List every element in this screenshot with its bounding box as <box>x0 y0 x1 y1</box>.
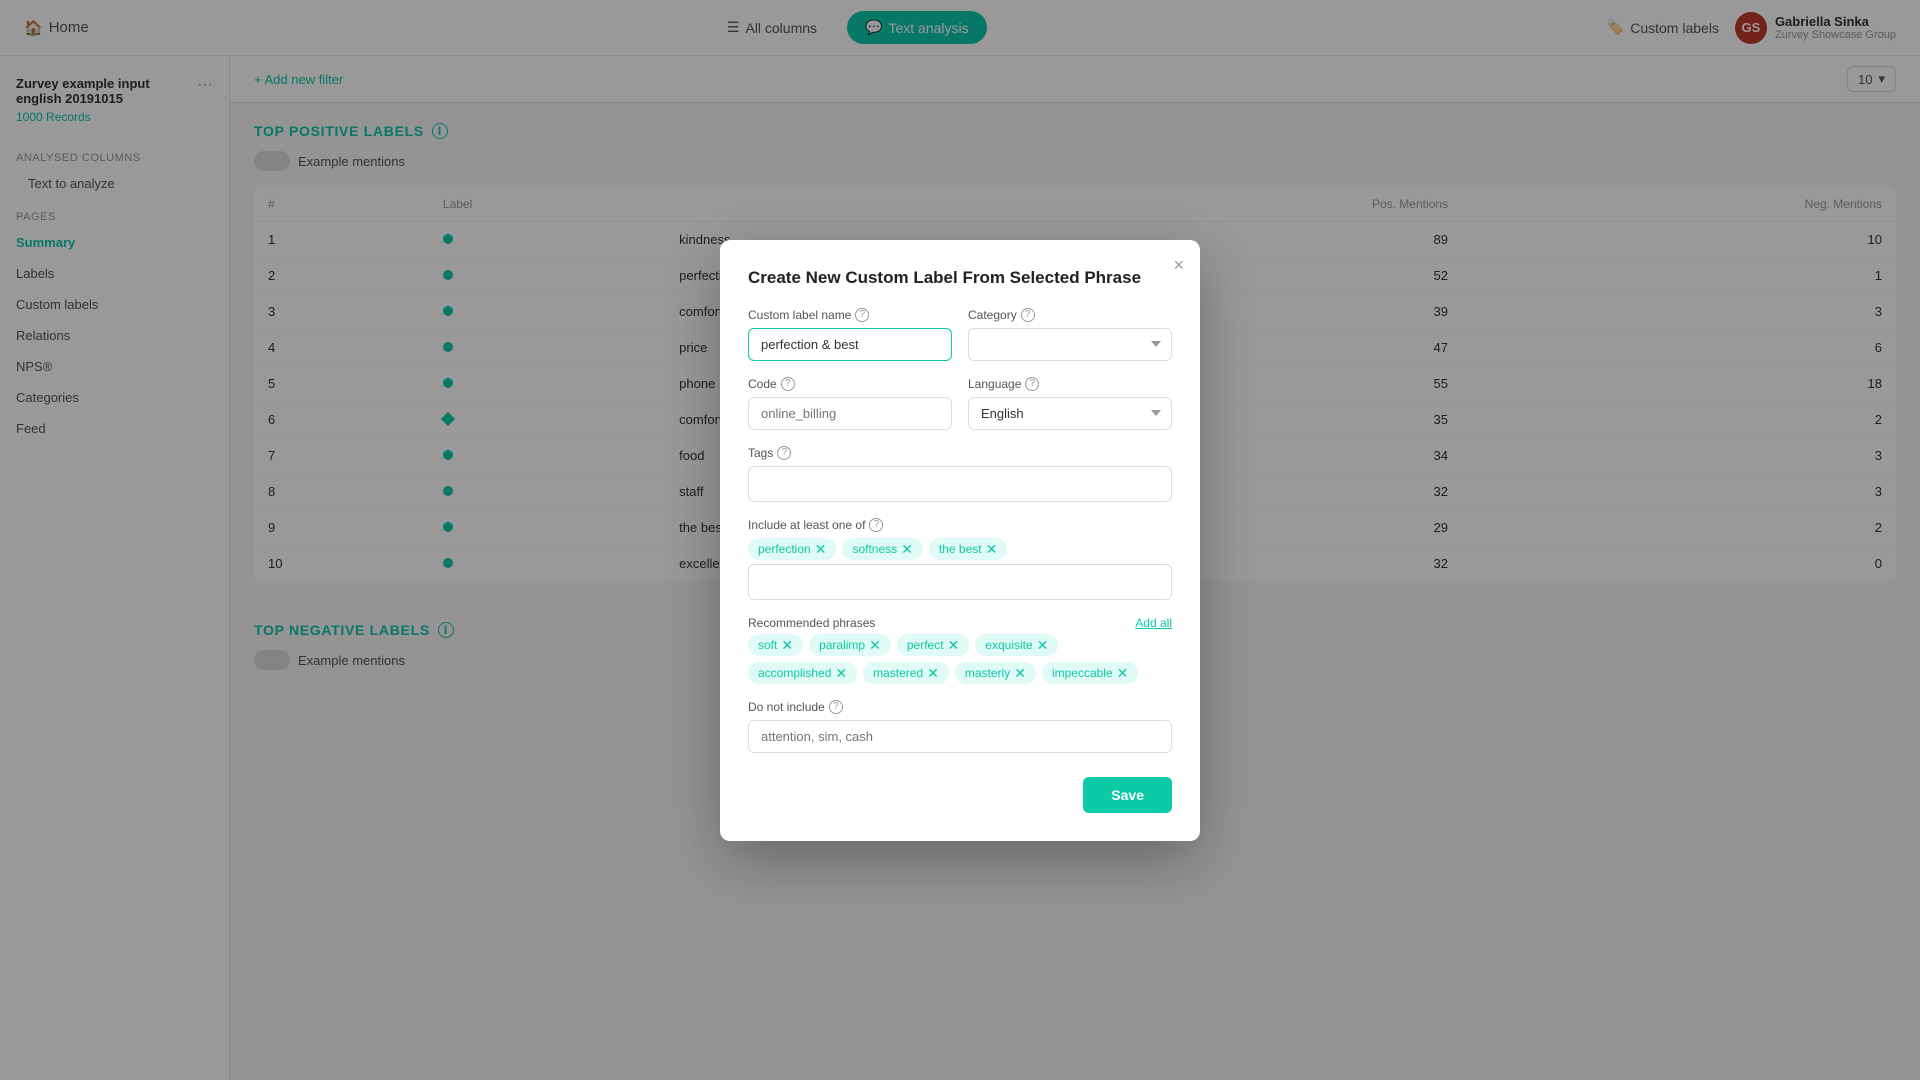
included-chip: perfection✕ <box>748 538 836 560</box>
do-not-include-input[interactable] <box>748 720 1172 753</box>
recommended-chip: exquisite✕ <box>975 634 1058 656</box>
language-label-el: Language ? <box>968 377 1172 391</box>
code-group: Code ? <box>748 377 952 430</box>
chip-close-icon[interactable]: ✕ <box>901 542 913 556</box>
code-label-el: Code ? <box>748 377 952 391</box>
custom-label-name-label: Custom label name ? <box>748 308 952 322</box>
do-not-include-label-el: Do not include ? <box>748 700 1172 714</box>
recommended-chip: paralimp✕ <box>809 634 891 656</box>
category-label: Category ? <box>968 308 1172 322</box>
modal-overlay: × Create New Custom Label From Selected … <box>0 0 1920 1080</box>
chip-add-icon[interactable]: ✕ <box>781 638 793 652</box>
chip-add-icon[interactable]: ✕ <box>869 638 881 652</box>
chip-add-icon[interactable]: ✕ <box>835 666 847 680</box>
tags-label-el: Tags ? <box>748 446 1172 460</box>
recommended-chip: accomplished✕ <box>748 662 857 684</box>
chip-close-icon[interactable]: ✕ <box>815 542 827 556</box>
recommended-chip: mastered✕ <box>863 662 949 684</box>
close-button[interactable]: × <box>1173 256 1184 274</box>
chip-close-icon[interactable]: ✕ <box>986 542 998 556</box>
tags-group: Tags ? <box>748 446 1172 502</box>
dialog-title: Create New Custom Label From Selected Ph… <box>748 268 1172 288</box>
custom-label-name-group: Custom label name ? <box>748 308 952 361</box>
category-select[interactable] <box>968 328 1172 361</box>
category-group: Category ? <box>968 308 1172 361</box>
chip-add-icon[interactable]: ✕ <box>948 638 960 652</box>
included-chip: the best✕ <box>929 538 1007 560</box>
form-row-1: Custom label name ? Category ? <box>748 308 1172 361</box>
language-group: Language ? English <box>968 377 1172 430</box>
include-input[interactable] <box>748 564 1172 600</box>
form-row-2: Code ? Language ? English <box>748 377 1172 430</box>
tags-input[interactable] <box>748 466 1172 502</box>
chip-add-icon[interactable]: ✕ <box>1117 666 1129 680</box>
recommended-chips-row: soft✕ paralimp✕ perfect✕ exquisite✕ accompli… <box>748 634 1172 684</box>
custom-label-name-input[interactable] <box>748 328 952 361</box>
custom-label-name-help-icon[interactable]: ? <box>855 308 869 322</box>
recommended-chip: impeccable✕ <box>1042 662 1138 684</box>
recommended-chip: perfect✕ <box>897 634 969 656</box>
include-group: Include at least one of ? perfection✕ sof… <box>748 518 1172 600</box>
language-select[interactable]: English <box>968 397 1172 430</box>
category-help-icon[interactable]: ? <box>1021 308 1035 322</box>
include-help-icon[interactable]: ? <box>869 518 883 532</box>
chip-add-icon[interactable]: ✕ <box>1037 638 1049 652</box>
include-label-el: Include at least one of ? <box>748 518 1172 532</box>
recommended-label-el: Recommended phrases Add all <box>748 616 1172 630</box>
tags-help-icon[interactable]: ? <box>777 446 791 460</box>
do-not-include-group: Do not include ? <box>748 700 1172 753</box>
save-button[interactable]: Save <box>1083 777 1172 813</box>
chip-add-icon[interactable]: ✕ <box>1014 666 1026 680</box>
code-input[interactable] <box>748 397 952 430</box>
language-help-icon[interactable]: ? <box>1025 377 1039 391</box>
recommended-group: Recommended phrases Add all soft✕ paralim… <box>748 616 1172 684</box>
included-chip: softness✕ <box>842 538 922 560</box>
chip-add-icon[interactable]: ✕ <box>927 666 939 680</box>
included-chips-row: perfection✕ softness✕ the best✕ <box>748 538 1172 560</box>
code-help-icon[interactable]: ? <box>781 377 795 391</box>
recommended-chip: masterly✕ <box>955 662 1036 684</box>
create-label-dialog: × Create New Custom Label From Selected … <box>720 240 1200 841</box>
add-all-link[interactable]: Add all <box>1135 616 1172 630</box>
recommended-chip: soft✕ <box>748 634 803 656</box>
do-not-include-help-icon[interactable]: ? <box>829 700 843 714</box>
